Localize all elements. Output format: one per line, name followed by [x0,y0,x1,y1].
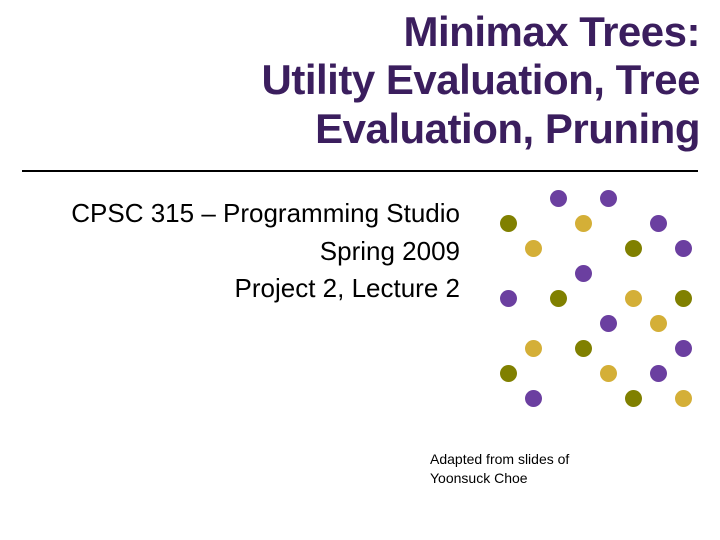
slide-subtitle: CPSC 315 – Programming Studio Spring 200… [60,195,460,308]
dot-row [500,240,700,257]
subtitle-line-2: Spring 2009 [60,233,460,271]
subtitle-line-3: Project 2, Lecture 2 [60,270,460,308]
purple-dot-icon [675,240,692,257]
decorative-dot-grid [500,190,700,415]
purple-dot-icon [525,390,542,407]
credit-line-2: Yoonsuck Choe [430,469,630,488]
olive-dot-icon [675,290,692,307]
olive-dot-icon [500,365,517,382]
dot-row [500,215,700,232]
slide-title: Minimax Trees: Utility Evaluation, Tree … [20,8,700,153]
gold-dot-icon [525,240,542,257]
purple-dot-icon [600,315,617,332]
title-line-3: Evaluation, Pruning [20,105,700,153]
credit-text: Adapted from slides of Yoonsuck Choe [430,450,630,488]
olive-dot-icon [500,215,517,232]
gold-dot-icon [675,390,692,407]
purple-dot-icon [575,265,592,282]
dot-row [500,190,700,207]
dot-row [500,340,700,357]
title-line-2: Utility Evaluation, Tree [20,56,700,104]
purple-dot-icon [675,340,692,357]
dot-row [500,365,700,382]
subtitle-line-1: CPSC 315 – Programming Studio [60,195,460,233]
gold-dot-icon [625,290,642,307]
title-line-1: Minimax Trees: [20,8,700,56]
purple-dot-icon [650,365,667,382]
purple-dot-icon [550,190,567,207]
olive-dot-icon [625,240,642,257]
horizontal-rule [22,170,698,172]
gold-dot-icon [575,215,592,232]
purple-dot-icon [600,190,617,207]
dot-row [500,290,700,307]
gold-dot-icon [525,340,542,357]
olive-dot-icon [550,290,567,307]
purple-dot-icon [500,290,517,307]
dot-row [500,315,700,332]
purple-dot-icon [650,215,667,232]
olive-dot-icon [625,390,642,407]
dot-row [500,265,700,282]
gold-dot-icon [650,315,667,332]
gold-dot-icon [600,365,617,382]
dot-row [500,390,700,407]
credit-line-1: Adapted from slides of [430,450,630,469]
slide: Minimax Trees: Utility Evaluation, Tree … [0,0,720,540]
olive-dot-icon [575,340,592,357]
